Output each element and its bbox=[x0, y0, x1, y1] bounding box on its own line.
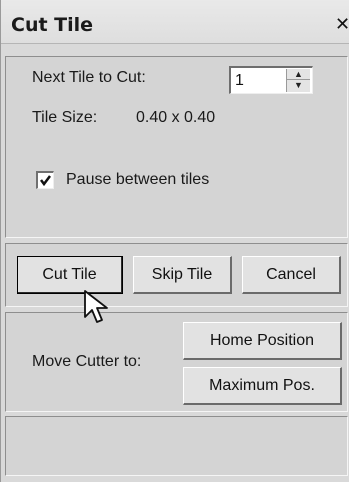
next-tile-label: Next Tile to Cut: bbox=[32, 69, 146, 86]
window-title: Cut Tile bbox=[11, 14, 94, 36]
skip-tile-button[interactable]: Skip Tile bbox=[133, 256, 232, 294]
move-cutter-label: Move Cutter to: bbox=[32, 353, 142, 370]
title-bar[interactable]: Cut Tile ✕ bbox=[1, 0, 349, 44]
spin-up-arrow-icon[interactable]: ▲ bbox=[287, 69, 310, 80]
pause-checkbox[interactable] bbox=[36, 171, 54, 189]
spinner-arrows: ▲ ▼ bbox=[286, 69, 310, 92]
cut-tile-dialog: Cut Tile ✕ Next Tile to Cut: ▲ ▼ Tile Si… bbox=[0, 0, 349, 482]
mouse-pointer-icon bbox=[84, 290, 108, 323]
status-panel bbox=[5, 416, 348, 476]
next-tile-input[interactable] bbox=[235, 71, 275, 91]
cancel-button[interactable]: Cancel bbox=[242, 256, 341, 294]
tile-settings-panel: Next Tile to Cut: ▲ ▼ Tile Size: 0.40 x … bbox=[5, 56, 348, 238]
spin-down-arrow-icon[interactable]: ▼ bbox=[287, 80, 310, 91]
move-cutter-panel: Move Cutter to: Home Position Maximum Po… bbox=[5, 312, 348, 412]
tile-size-value: 0.40 x 0.40 bbox=[136, 109, 216, 126]
actions-panel: Cut Tile Skip Tile Cancel bbox=[5, 243, 348, 307]
next-tile-spinner[interactable]: ▲ ▼ bbox=[229, 66, 313, 94]
tile-size-label: Tile Size: bbox=[32, 109, 98, 126]
checkmark-icon bbox=[40, 175, 51, 187]
close-icon[interactable]: ✕ bbox=[335, 14, 349, 34]
maximum-position-button[interactable]: Maximum Pos. bbox=[183, 367, 342, 405]
pause-label: Pause between tiles bbox=[66, 171, 210, 188]
home-position-button[interactable]: Home Position bbox=[183, 322, 342, 360]
